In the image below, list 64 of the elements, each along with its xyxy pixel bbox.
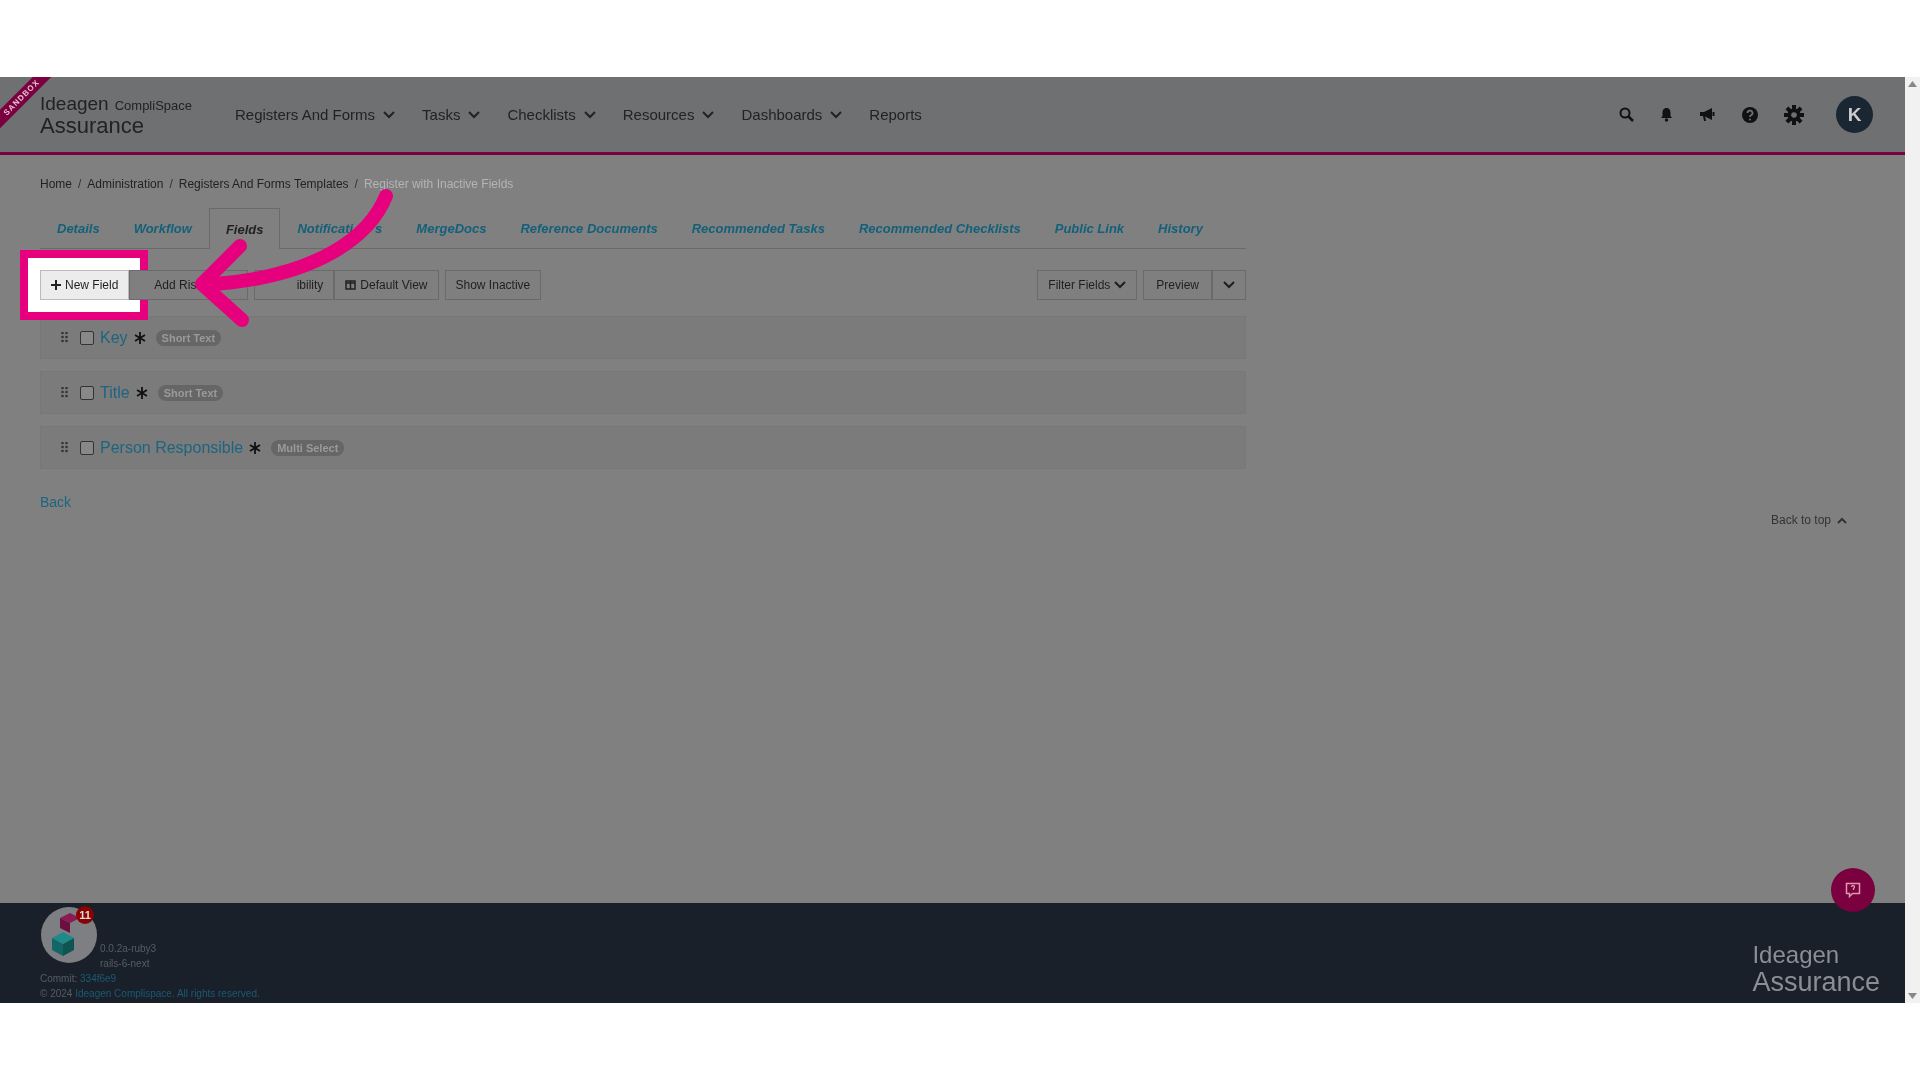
nav-menu[interactable]: Resources [622,106,715,123]
columns-icon [345,280,357,290]
nav-menu[interactable]: Dashboards [741,106,843,123]
drag-handle-icon[interactable] [61,387,68,398]
bell-icon[interactable] [1660,107,1673,122]
megaphone-icon[interactable] [1699,107,1716,122]
drag-handle-icon[interactable] [61,332,68,343]
user-avatar[interactable]: K [1836,96,1873,133]
tab[interactable]: Public Link [1037,208,1142,248]
preview-button[interactable]: Preview [1143,270,1212,300]
breadcrumb-link[interactable]: Home [40,177,72,191]
breadcrumb-link[interactable]: Administration [87,177,164,191]
tab[interactable]: Details [40,208,117,248]
breadcrumb-separator: / [354,177,358,191]
company-link[interactable]: Ideagen Complispace. All rights reserved. [75,988,260,999]
tab[interactable]: History [1141,208,1220,248]
cube-logo-icon [40,906,98,964]
chevron-icon [1114,281,1127,289]
scroll-down-icon[interactable] [1908,993,1917,999]
plus-icon [51,280,61,290]
logo-text: Ideagen [1752,941,1841,969]
tab[interactable]: Reference Documents [503,208,675,248]
tab[interactable]: Recommended Tasks [674,208,842,248]
logo-text: CompliSpace [114,97,192,113]
toolbar-button[interactable]: Default View [334,270,439,300]
help-chat-button[interactable] [1831,868,1875,912]
tab[interactable]: Notificati s [280,208,400,248]
breadcrumb-separator: / [169,177,173,191]
search-icon[interactable] [1619,107,1634,122]
version-text: 0.0.2a-ruby3 [100,942,158,956]
checkbox[interactable] [80,385,94,400]
chevron-icon [1223,281,1235,289]
filter-button[interactable]: Filter Fields [1037,270,1138,300]
logo-text: Assurance [40,114,144,137]
scroll-up-icon[interactable] [1908,81,1917,87]
nav-menu[interactable]: Tasks [422,106,481,123]
back-link[interactable]: Back [40,494,72,510]
settings-icon[interactable] [1784,104,1804,125]
nav-menu[interactable]: Checklists [507,106,596,123]
chat-help-icon [1845,882,1861,898]
nav-menu[interactable]: Reports [869,106,922,123]
dropdown-button[interactable] [1212,270,1246,300]
drag-handle-icon[interactable] [61,442,68,453]
help-icon[interactable] [1742,106,1758,123]
checkbox[interactable] [80,330,94,345]
commit-link[interactable]: 334f6e9 [80,973,117,984]
notification-badge: 11 [76,906,94,924]
nav-menu[interactable]: Registers And Forms [235,106,396,123]
logo-text: Ideagen [40,92,109,115]
branch-text: rails-6-next [100,957,151,971]
copyright-text: © 2024 [40,988,73,999]
back-to-top-link[interactable]: Back to top [1770,513,1847,527]
commit-label: Commit: [40,973,78,984]
toolbar-button[interactable]: New Field [40,270,130,300]
logo-text: Assurance [1752,969,1880,995]
tab[interactable]: Recommended Checklists [841,208,1038,248]
tab[interactable]: MergeDocs [399,208,504,248]
chevron-up-icon [1837,516,1847,524]
tab[interactable]: Fields [208,208,281,249]
toolbar-button[interactable]: Show Inactive [444,270,542,300]
checkbox[interactable] [80,440,94,455]
tab[interactable]: Workflow [116,208,209,248]
breadcrumb-link[interactable]: Registers And Forms Templates [178,177,349,191]
breadcrumb-separator: / [78,177,82,191]
